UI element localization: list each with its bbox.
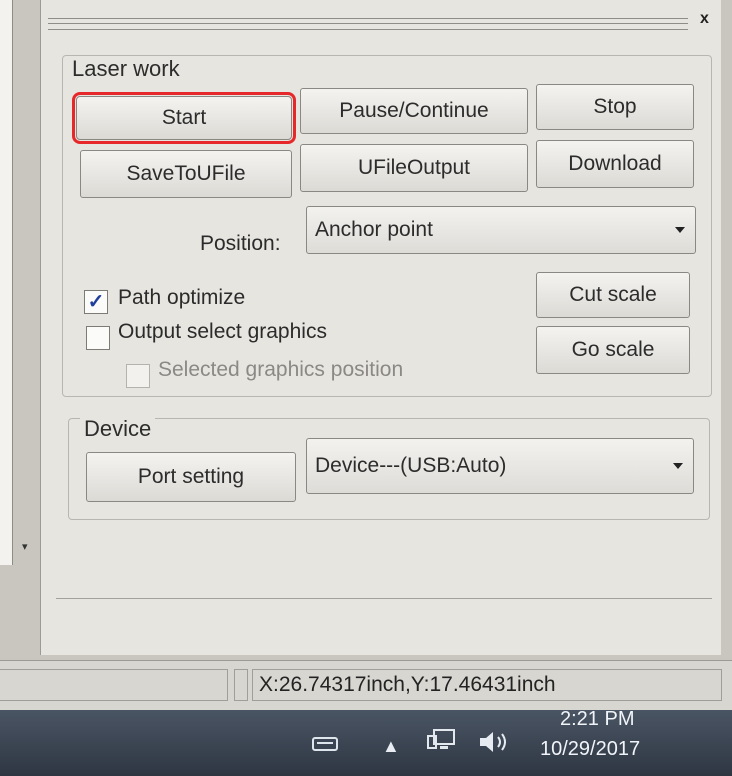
- ufile-output-button[interactable]: UFileOutput: [300, 144, 528, 192]
- network-icon[interactable]: [426, 728, 460, 759]
- cut-scale-button[interactable]: Cut scale: [536, 272, 690, 318]
- close-icon[interactable]: x: [700, 10, 709, 28]
- scroll-down-arrow-icon[interactable]: ▾: [22, 540, 28, 553]
- chevron-down-icon: [673, 463, 683, 469]
- cursor-coordinates: X:26.74317inch,Y:17.46431inch: [252, 669, 722, 701]
- device-dropdown[interactable]: Device---(USB:Auto): [306, 438, 694, 494]
- status-cell: [234, 669, 248, 701]
- status-bar: X:26.74317inch,Y:17.46431inch: [0, 660, 732, 711]
- go-scale-button[interactable]: Go scale: [536, 326, 690, 374]
- device-title: Device: [80, 416, 156, 442]
- download-button[interactable]: Download: [536, 140, 694, 188]
- position-dropdown[interactable]: Anchor point: [306, 206, 696, 254]
- chevron-down-icon: [675, 227, 685, 233]
- status-cell: [0, 669, 228, 701]
- position-label: Position:: [200, 232, 281, 255]
- checkmark-icon: ✓: [87, 291, 105, 313]
- pause-continue-button[interactable]: Pause/Continue: [300, 88, 528, 134]
- keyboard-icon[interactable]: [312, 736, 338, 757]
- show-hidden-icons-arrow[interactable]: ▲: [382, 736, 400, 757]
- clock-date[interactable]: 10/29/2017: [540, 738, 720, 761]
- selected-graphics-position-checkbox[interactable]: [126, 364, 150, 388]
- port-setting-button[interactable]: Port setting: [86, 452, 296, 502]
- panel-divider: [56, 598, 712, 599]
- panel-title-grip[interactable]: [48, 18, 688, 30]
- left-panel-edge: [0, 0, 13, 565]
- position-dropdown-value: Anchor point: [315, 218, 433, 241]
- output-select-graphics-label: Output select graphics: [118, 320, 327, 343]
- save-to-ufile-button[interactable]: SaveToUFile: [80, 150, 292, 198]
- path-optimize-label: Path optimize: [118, 286, 246, 309]
- output-select-graphics-checkbox[interactable]: [86, 326, 110, 350]
- path-optimize-checkbox[interactable]: ✓: [84, 290, 108, 314]
- volume-icon[interactable]: [478, 730, 512, 759]
- laser-work-title: Laser work: [68, 56, 184, 82]
- clock-time[interactable]: 2:21 PM: [560, 708, 720, 731]
- selected-graphics-position-label: Selected graphics position: [158, 358, 404, 381]
- stop-button[interactable]: Stop: [536, 84, 694, 130]
- device-dropdown-value: Device---(USB:Auto): [315, 454, 507, 477]
- start-button[interactable]: Start: [72, 92, 296, 144]
